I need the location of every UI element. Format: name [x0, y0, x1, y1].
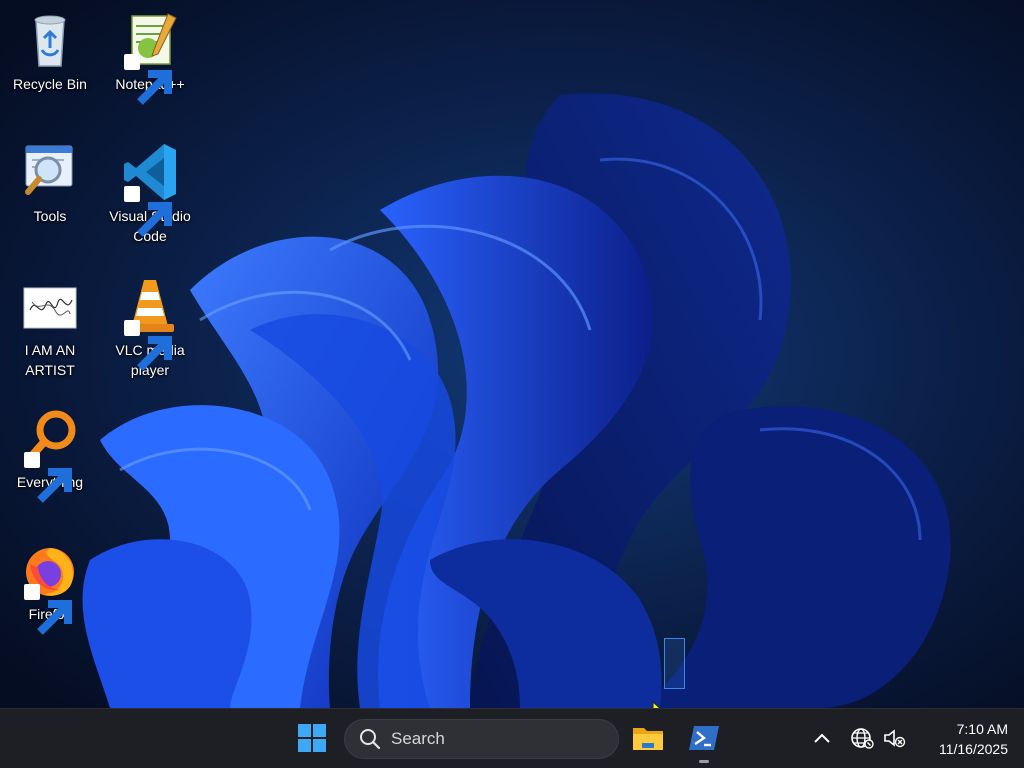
vlc-icon — [118, 274, 182, 371]
search-placeholder: Search — [391, 729, 445, 748]
desktop-icon-recycle-bin[interactable]: Recycle Bin — [2, 8, 98, 118]
shortcut-arrow-icon — [124, 186, 172, 237]
shortcut-arrow-icon — [124, 320, 172, 371]
powershell-icon — [689, 726, 719, 750]
taskbar: Search 7:10 AM 11/16/2025 — [0, 708, 1024, 768]
desktop-icon-label: I AM AN ARTIST — [24, 342, 76, 378]
desktop-icon-everything[interactable]: Everything — [2, 406, 98, 516]
selection-rectangle — [664, 638, 685, 689]
everything-search-icon — [18, 406, 82, 503]
folder-icon — [633, 728, 663, 750]
shortcut-arrow-icon — [124, 54, 172, 105]
globe-icon[interactable] — [850, 726, 874, 750]
chevron-up-icon[interactable] — [809, 726, 835, 752]
artist-image-icon — [18, 274, 82, 338]
notepad-plus-plus-icon — [118, 8, 182, 105]
taskbar-clock[interactable]: 7:10 AM 11/16/2025 — [914, 719, 1008, 759]
desktop-icon-label: Recycle Bin — [13, 76, 87, 92]
volume-muted-icon[interactable] — [882, 726, 906, 750]
running-indicator — [699, 760, 709, 763]
desktop-icon-tools[interactable]: Tools — [2, 140, 98, 250]
desktop-icon-vlc-media-player[interactable]: VLC media player — [102, 274, 198, 384]
shortcut-arrow-icon — [24, 584, 72, 635]
vscode-icon — [118, 140, 182, 237]
tools-folder-icon — [18, 140, 82, 204]
desktop-icon-firefox[interactable]: Firefox — [2, 538, 98, 648]
desktop-icon-notepad-plus-plus[interactable]: Notepad++ — [102, 8, 198, 118]
file-explorer-button[interactable] — [627, 717, 669, 759]
search-icon — [360, 729, 381, 750]
recycle-bin-icon — [18, 8, 82, 72]
shortcut-arrow-icon — [24, 452, 72, 503]
desktop-icon-i-am-an-artist[interactable]: I AM AN ARTIST — [2, 274, 98, 384]
windows-logo-icon — [298, 724, 326, 752]
desktop-icon-visual-studio-code[interactable]: Visual Studio Code — [102, 140, 198, 250]
firefox-icon — [18, 538, 82, 635]
clock-date: 11/16/2025 — [938, 741, 1008, 757]
desktop-icon-label: Tools — [33, 208, 67, 224]
start-button[interactable] — [291, 717, 333, 759]
clock-time: 7:10 AM — [956, 721, 1008, 737]
powershell-button[interactable] — [683, 717, 725, 759]
taskbar-search-box[interactable]: Search — [344, 719, 619, 759]
